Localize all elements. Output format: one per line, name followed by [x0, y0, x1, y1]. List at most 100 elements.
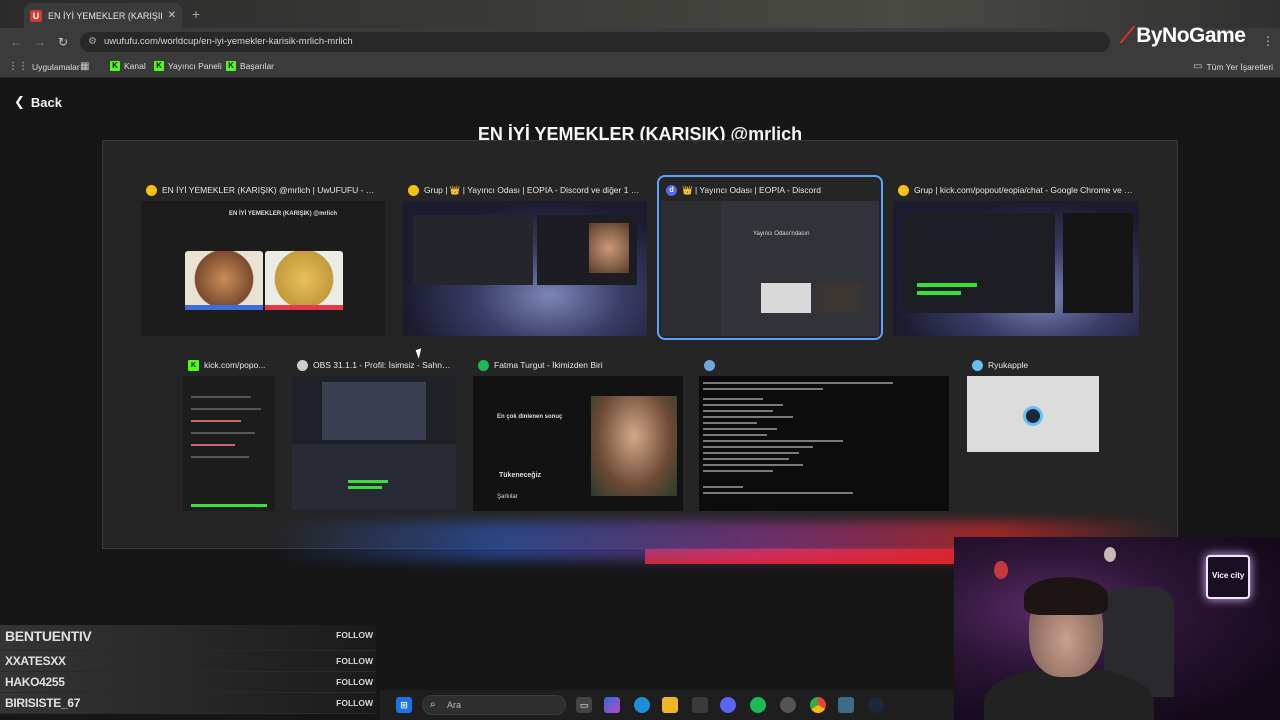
left-choice-bar [185, 305, 263, 310]
follow-label: FOLLOW [336, 630, 373, 640]
chrome-icon [146, 184, 157, 196]
edge-icon[interactable] [634, 697, 650, 713]
bookmark-kanal[interactable]: K Kanal [110, 61, 146, 71]
forward-arrow-icon[interactable]: → [34, 35, 46, 49]
windows-taskbar: ⊞ ⌕ Ara ▭ [380, 690, 954, 720]
bookmark-label: Kanal [124, 61, 146, 71]
back-button[interactable]: ❮ Back [14, 94, 62, 110]
window-thumbnail [893, 201, 1139, 336]
back-arrow-icon[interactable]: ← [10, 35, 22, 49]
window-thumbnail [403, 201, 647, 336]
steam-taskbar-icon[interactable] [868, 697, 884, 713]
window-thumbnail: EN İYİ YEMEKLER (KARIŞIK) @mrlich [141, 201, 385, 336]
thumb-obs-panel [903, 213, 1055, 313]
tab-title: EN İYİ YEMEKLER (KARIŞIK) @... [48, 10, 162, 21]
window-thumbnail [292, 376, 456, 511]
thumb-video-tile-2 [817, 283, 861, 313]
terminal-line [703, 416, 793, 418]
window-thumbnail [699, 376, 949, 511]
taskbar-search[interactable]: ⌕ Ara [422, 695, 566, 715]
bookmark-basarilar[interactable]: K Başarılar [226, 61, 274, 71]
follower-name: BENTUENTIV [5, 628, 92, 644]
switcher-window-terminal[interactable] [699, 354, 949, 511]
obs-taskbar-icon[interactable] [780, 697, 796, 713]
address-bar-row: ← → ↻ ⚙ uwufufu.com/worldcup/en-iyi-yeme… [0, 28, 1280, 56]
search-placeholder: Ara [447, 700, 462, 710]
terminal-line [703, 458, 789, 460]
kick-icon: K [188, 359, 199, 371]
thumb-chat-line [191, 396, 251, 398]
window-title: Grup | 👑 | Yayıncı Odası | EOPIA - Disco… [424, 184, 642, 195]
food-image-left [185, 251, 263, 307]
file-explorer-icon[interactable] [662, 697, 678, 713]
thumb-channel-list [661, 201, 721, 336]
bookmarks-grid-button[interactable]: ▦ [80, 61, 89, 72]
switcher-window-steam[interactable]: Ryukapple [967, 354, 1099, 452]
thumb-audio-meter [348, 480, 388, 483]
window-title: OBS 31.1.1 - Profil: İsimsiz - Sahnele..… [313, 360, 451, 370]
terminal-icon [704, 359, 715, 371]
follower-row: BIRISISTE_67 FOLLOW [0, 693, 376, 714]
terminal-line [703, 492, 853, 494]
bookmarks-bar: ⋮⋮ Uygulamalar ▦ K Kanal K Yayıncı Panel… [0, 56, 1280, 78]
neon-sign: Vice city [1206, 555, 1250, 599]
thumb-spotify-section: Şarkılar [497, 494, 518, 500]
spotify-icon [478, 359, 489, 371]
thumb-chat-panel [1063, 213, 1133, 313]
food-image-right [265, 251, 343, 307]
terminal-line [703, 388, 823, 390]
switcher-window-kick-popout[interactable]: K kick.com/popo... [183, 354, 275, 511]
new-tab-icon[interactable]: + [188, 6, 204, 22]
thumb-audio-meter [348, 486, 382, 489]
store-icon[interactable] [692, 697, 708, 713]
chrome-icon [408, 184, 419, 196]
chrome-taskbar-icon[interactable] [810, 697, 826, 713]
thumb-audio-meter [917, 283, 977, 287]
folder-icon: ▭ [1193, 61, 1203, 72]
follower-name: XXATESXX [5, 654, 66, 668]
all-bookmarks[interactable]: ▭ Tüm Yer İşaretleri [1193, 61, 1273, 72]
switcher-window-discord-selected[interactable]: d 👑 | Yayıncı Odası | EOPIA - Discord Ya… [657, 175, 883, 340]
reload-icon[interactable]: ↻ [58, 35, 68, 49]
switcher-window-obs[interactable]: OBS 31.1.1 - Profil: İsimsiz - Sahnele..… [292, 354, 456, 511]
site-info-icon[interactable]: ⚙ [88, 36, 97, 47]
terminal-line [703, 398, 763, 400]
terminal-line [703, 404, 783, 406]
follower-name: HAKO4255 [5, 675, 65, 689]
switcher-window-kick-chat[interactable]: Grup | kick.com/popout/eopia/chat - Goog… [893, 179, 1139, 336]
spotify-taskbar-icon[interactable] [750, 697, 766, 713]
url-text: uwufufu.com/worldcup/en-iyi-yemekler-kar… [104, 36, 353, 47]
all-bookmarks-label: Tüm Yer İşaretleri [1206, 61, 1274, 72]
steam-logo-icon [1023, 406, 1043, 426]
terminal-line [703, 486, 743, 488]
discord-taskbar-icon[interactable] [720, 697, 736, 713]
switcher-window-uwufufu[interactable]: EN İYİ YEMEKLER (KARIŞIK) @mrlich | UwUF… [141, 179, 385, 336]
task-view-icon[interactable]: ▭ [576, 697, 592, 713]
bookmark-apps[interactable]: ⋮⋮ Uygulamalar [8, 61, 80, 72]
wall-mask-white [1104, 547, 1116, 562]
thumb-chat-line [191, 432, 255, 434]
thumb-chat-input [191, 504, 267, 507]
thumb-discord-panel [413, 215, 533, 285]
windows-start-icon[interactable]: ⊞ [396, 697, 412, 713]
screen: U EN İYİ YEMEKLER (KARIŞIK) @... ✕ + ← →… [0, 0, 1280, 720]
grid-icon: ▦ [80, 61, 90, 72]
kick-icon: K [154, 61, 164, 71]
follow-label: FOLLOW [336, 656, 373, 666]
close-tab-icon[interactable]: ✕ [168, 10, 176, 21]
thumb-artist-photo [589, 223, 629, 273]
right-choice-bar [265, 305, 343, 310]
follow-label: FOLLOW [336, 677, 373, 687]
copilot-icon[interactable] [604, 697, 620, 713]
terminal-line [703, 446, 813, 448]
apps-grid-icon: ⋮⋮ [8, 61, 28, 72]
app-taskbar-icon[interactable] [838, 697, 854, 713]
url-omnibox[interactable]: ⚙ uwufufu.com/worldcup/en-iyi-yemekler-k… [80, 32, 1110, 52]
browser-menu-icon[interactable]: ⋮ [1262, 34, 1274, 48]
obs-icon [297, 359, 308, 371]
switcher-window-spotify[interactable]: Fatma Turgut - İkimizden Biri En çok din… [473, 354, 683, 511]
switcher-window-discord-group[interactable]: Grup | 👑 | Yayıncı Odası | EOPIA - Disco… [403, 179, 647, 336]
browser-tab-active[interactable]: U EN İYİ YEMEKLER (KARIŞIK) @... ✕ [24, 3, 182, 28]
bookmark-yayinci-paneli[interactable]: K Yayıncı Paneli [154, 61, 222, 71]
webcam-overlay: Vice city [954, 537, 1280, 720]
